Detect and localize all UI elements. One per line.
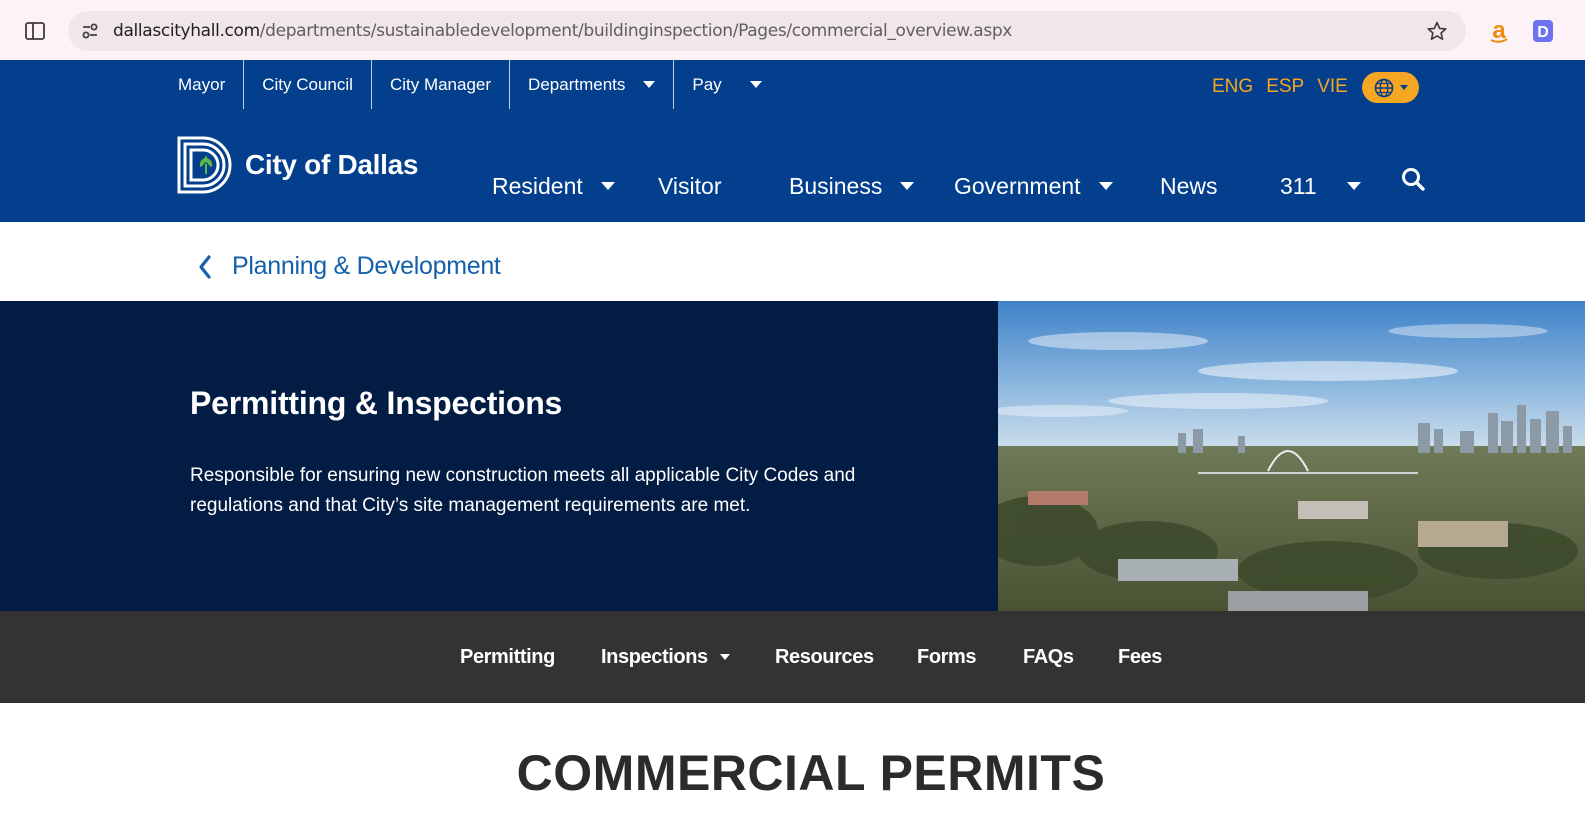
main-nav: Resident Visitor Business Government New…	[0, 168, 1585, 204]
utility-nav-label: City Manager	[389, 74, 492, 94]
side-panel-icon[interactable]	[24, 20, 46, 42]
section-nav-label: Resources	[775, 645, 874, 668]
language-eng[interactable]: ENG	[1212, 76, 1253, 98]
address-bar[interactable]: dallascityhall.com/departments/sustainab…	[68, 11, 1466, 51]
main-nav-visitor[interactable]: Visitor	[658, 168, 722, 204]
bookmark-star-icon[interactable]	[1426, 20, 1448, 42]
page-title: Permitting & Inspections	[190, 385, 563, 421]
main-nav-label: Resident	[492, 172, 583, 199]
extension-d-icon[interactable]: D	[1533, 20, 1553, 42]
main-nav-label: Visitor	[658, 172, 722, 199]
section-nav-label: Fees	[1118, 645, 1162, 668]
caret-down-icon	[643, 81, 656, 88]
main-nav-news[interactable]: News	[1160, 168, 1218, 204]
utility-nav-city-manager[interactable]: City Manager	[372, 60, 511, 109]
utility-nav-pay[interactable]: Pay	[674, 60, 779, 109]
search-icon[interactable]	[1400, 166, 1428, 194]
utility-nav-departments[interactable]: Departments	[510, 60, 675, 109]
caret-down-icon	[719, 654, 730, 660]
section-nav-inspections[interactable]: Inspections	[601, 611, 730, 703]
section-nav-label: Permitting	[460, 645, 555, 668]
language-switcher: ENG ESP VIE	[1212, 76, 1348, 98]
utility-nav-label: Mayor	[178, 74, 226, 94]
caret-down-icon	[600, 182, 615, 190]
utility-nav-city-council[interactable]: City Council	[244, 60, 372, 109]
site-info-icon[interactable]	[78, 19, 102, 43]
main-nav-government[interactable]: Government	[954, 168, 1113, 204]
caret-down-icon	[1400, 85, 1408, 90]
section-nav-fees[interactable]: Fees	[1118, 611, 1162, 703]
extension-d-label: D	[1537, 24, 1549, 41]
browser-toolbar: dallascityhall.com/departments/sustainab…	[0, 0, 1585, 60]
section-nav-faqs[interactable]: FAQs	[1023, 611, 1074, 703]
section-nav-label: Inspections	[601, 645, 708, 668]
section-nav-label: Forms	[917, 645, 977, 668]
url-domain: dallascityhall.com	[113, 21, 260, 41]
section-heading: COMMERCIAL PERMITS	[516, 745, 1106, 801]
hero-description: Responsible for ensuring new constructio…	[190, 465, 856, 516]
section-nav-forms[interactable]: Forms	[917, 611, 977, 703]
breadcrumb[interactable]: Planning & Development	[198, 252, 501, 281]
hero-banner: Permitting & Inspections Responsible for…	[0, 301, 1585, 611]
main-nav-label: Business	[789, 172, 883, 199]
breadcrumb-label: Planning & Development	[232, 252, 501, 280]
language-esp[interactable]: ESP	[1266, 76, 1304, 98]
section-nav-label: FAQs	[1023, 645, 1074, 668]
extension-a-icon[interactable]: a	[1488, 18, 1510, 44]
main-nav-311[interactable]: 311	[1280, 168, 1361, 204]
url-path: /departments/sustainabledevelopment/buil…	[259, 21, 1013, 41]
url-text[interactable]: dallascityhall.com/departments/sustainab…	[113, 21, 1012, 41]
section-nav: Permitting Inspections Resources Forms F…	[0, 611, 1585, 703]
main-nav-resident[interactable]: Resident	[492, 168, 615, 204]
caret-down-icon	[900, 182, 915, 190]
utility-nav-label: Pay	[692, 74, 722, 94]
main-nav-label: 311	[1280, 172, 1317, 199]
language-vie[interactable]: VIE	[1317, 76, 1348, 98]
section-nav-resources[interactable]: Resources	[775, 611, 874, 703]
main-nav-business[interactable]: Business	[789, 168, 915, 204]
utility-nav-label: Departments	[528, 74, 626, 94]
main-nav-label: Government	[954, 172, 1081, 199]
site-header: Mayor City Council City Manager Departme…	[0, 60, 1585, 222]
globe-translate-icon	[1374, 78, 1394, 97]
utility-nav: Mayor City Council City Manager Departme…	[160, 60, 780, 109]
caret-down-icon	[1098, 182, 1113, 190]
dallas-skyline-image	[998, 301, 1585, 611]
caret-down-icon	[749, 81, 762, 88]
utility-nav-label: City Council	[262, 74, 353, 94]
chevron-left-icon	[199, 254, 211, 279]
caret-down-icon	[1346, 182, 1361, 190]
translate-button[interactable]	[1362, 72, 1419, 103]
utility-nav-mayor[interactable]: Mayor	[160, 60, 245, 109]
main-nav-label: News	[1160, 172, 1218, 199]
section-nav-permitting[interactable]: Permitting	[460, 611, 555, 703]
